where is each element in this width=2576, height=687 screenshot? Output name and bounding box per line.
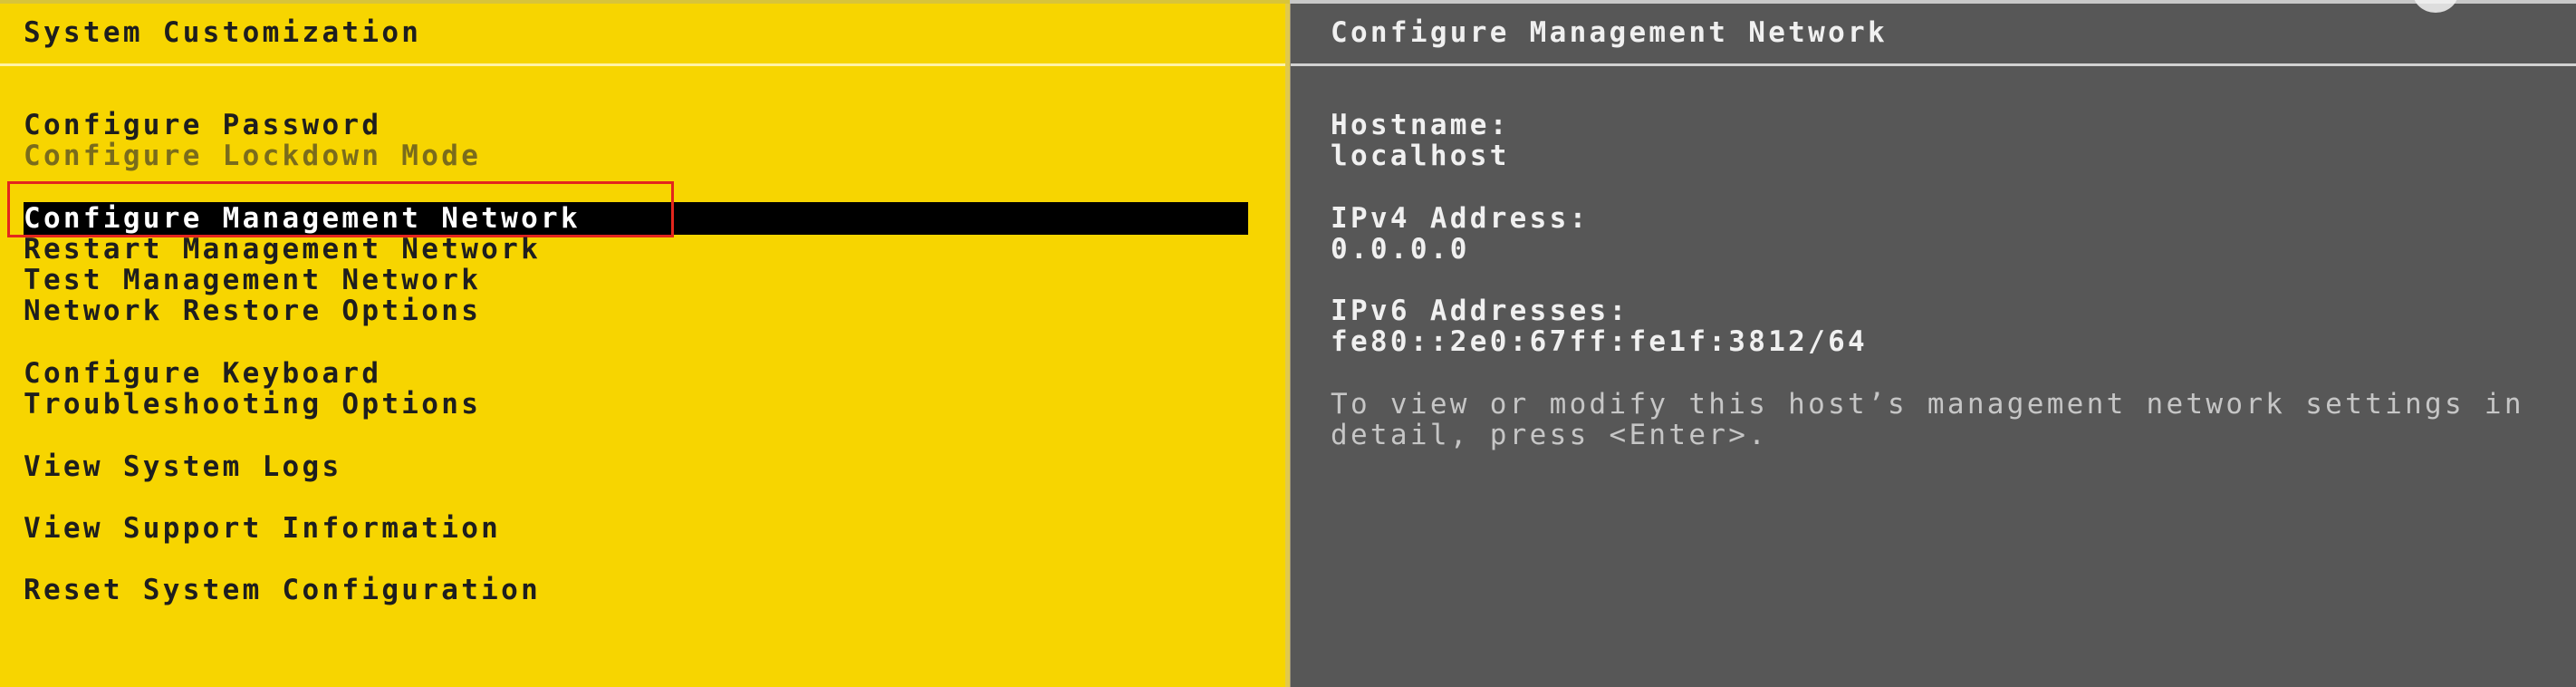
menu-item-configure-keyboard[interactable]: Configure Keyboard xyxy=(24,357,381,390)
ipv4-label: IPv4 Address: xyxy=(1331,202,1590,235)
left-header-divider xyxy=(0,63,1285,66)
menu-item-network-restore-options[interactable]: Network Restore Options xyxy=(24,295,481,327)
pane-divider xyxy=(1285,0,1291,687)
menu-item-configure-password[interactable]: Configure Password xyxy=(24,109,381,141)
ipv6-label: IPv6 Addresses: xyxy=(1331,295,1629,327)
menu-item-troubleshooting-options[interactable]: Troubleshooting Options xyxy=(24,388,481,421)
left-pane-title: System Customization xyxy=(24,16,422,49)
menu-item-restart-management-network[interactable]: Restart Management Network xyxy=(24,233,541,266)
menu-item-configure-lockdown-mode[interactable]: Configure Lockdown Mode xyxy=(24,140,481,172)
selection-highlight-box xyxy=(7,181,674,237)
hint-text-line-1: To view or modify this host’s management… xyxy=(1331,388,2524,421)
menu-item-view-support-information[interactable]: View Support Information xyxy=(24,512,501,545)
ipv6-value: fe80::2e0:67ff:fe1f:3812/64 xyxy=(1331,325,1869,358)
menu-item-view-system-logs[interactable]: View System Logs xyxy=(24,450,341,483)
ipv4-value: 0.0.0.0 xyxy=(1331,233,1470,266)
hostname-value: localhost xyxy=(1331,140,1510,172)
right-header-divider xyxy=(1291,63,2576,66)
right-pane-title: Configure Management Network xyxy=(1331,16,1888,49)
menu-item-reset-system-configuration[interactable]: Reset System Configuration xyxy=(24,574,541,606)
hostname-label: Hostname: xyxy=(1331,109,1510,141)
hint-text-line-2: detail, press <Enter>. xyxy=(1331,419,1769,451)
top-edge-left xyxy=(0,0,1290,4)
menu-item-test-management-network[interactable]: Test Management Network xyxy=(24,264,481,296)
